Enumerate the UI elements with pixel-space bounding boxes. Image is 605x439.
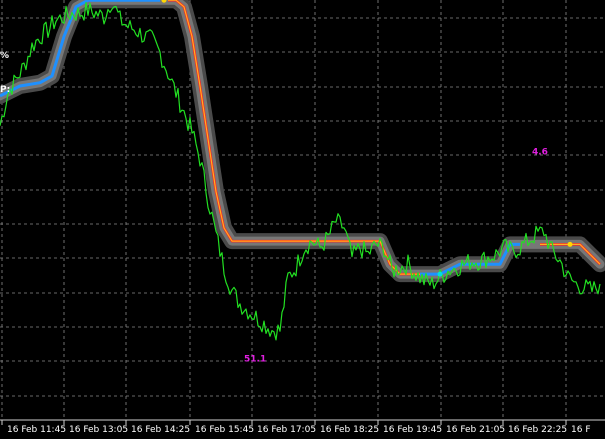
trend-line-layer: [0, 0, 605, 283]
trend-band-outer: [0, 0, 605, 283]
annotation-high-value: 4.6: [532, 148, 548, 158]
x-tick-label: 16 Feb 14:25: [131, 425, 190, 435]
grid-layer: [0, 0, 605, 421]
signal-marker-dot: [567, 241, 573, 247]
x-tick-label: 16 Feb 17:05: [257, 425, 316, 435]
chart-window[interactable]: % P: 51.1 4.6 16 Feb 11:45 16 Feb 13:05 16…: [0, 0, 605, 439]
signal-marker-dot: [437, 271, 443, 277]
x-tick-label: 16 F: [571, 425, 591, 435]
side-label-percent: %: [0, 51, 9, 61]
x-tick-label: 16 Feb 18:25: [320, 425, 379, 435]
annotation-low-value: 51.1: [244, 354, 266, 364]
x-tick-label: 16 Feb 21:05: [446, 425, 505, 435]
x-tick-label: 16 Feb 13:05: [69, 425, 128, 435]
x-tick-label: 16 Feb 19:45: [383, 425, 442, 435]
x-tick-label: 16 Feb 15:45: [195, 425, 254, 435]
price-line: [0, 1, 601, 341]
x-axis: 16 Feb 11:45 16 Feb 13:05 16 Feb 14:25 16 F…: [1, 420, 591, 435]
price-series-layer: [0, 1, 601, 341]
trend-band-inner: [0, 0, 605, 279]
x-tick-label: 16 Feb 11:45: [7, 425, 66, 435]
side-label-p: P:: [0, 85, 10, 95]
price-chart[interactable]: % P: 51.1 4.6 16 Feb 11:45 16 Feb 13:05 16…: [0, 0, 605, 439]
label-layer: % P: 51.1 4.6: [0, 51, 548, 364]
x-tick-label: 16 Feb 22:25: [508, 425, 567, 435]
